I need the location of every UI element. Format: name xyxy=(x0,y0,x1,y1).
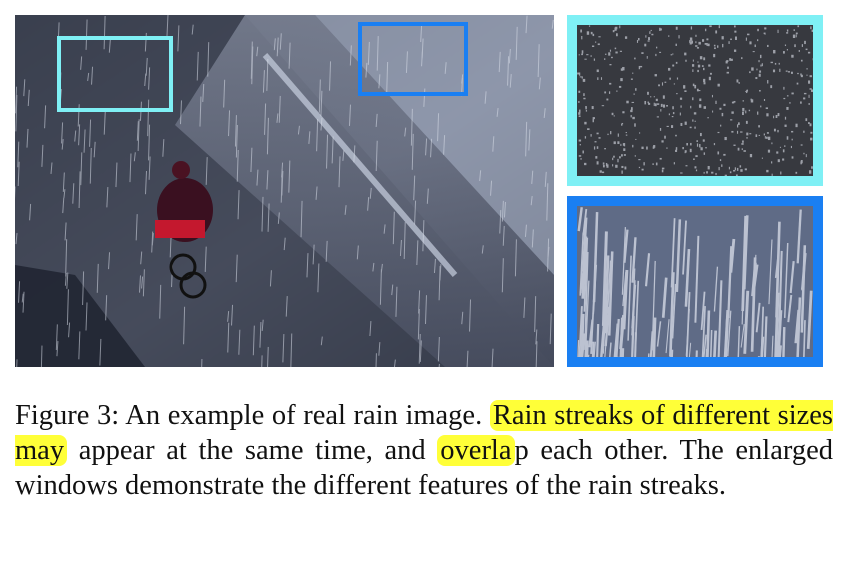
zoomed-streak-texture xyxy=(577,206,813,357)
zoomed-dark-rain-texture xyxy=(577,25,813,176)
zoom-window-blue xyxy=(567,196,823,367)
caption-part-2: appear at the same time, and xyxy=(67,435,438,466)
rain-photo-graphic xyxy=(15,15,554,367)
zoom-window-cyan xyxy=(567,15,823,186)
caption-part-1: Figure 3: An example of real rain image. xyxy=(15,400,490,431)
rain-photo xyxy=(15,15,554,367)
figure-caption: Figure 3: An example of real rain image.… xyxy=(15,398,833,503)
caption-highlight-2: overla xyxy=(437,435,515,466)
